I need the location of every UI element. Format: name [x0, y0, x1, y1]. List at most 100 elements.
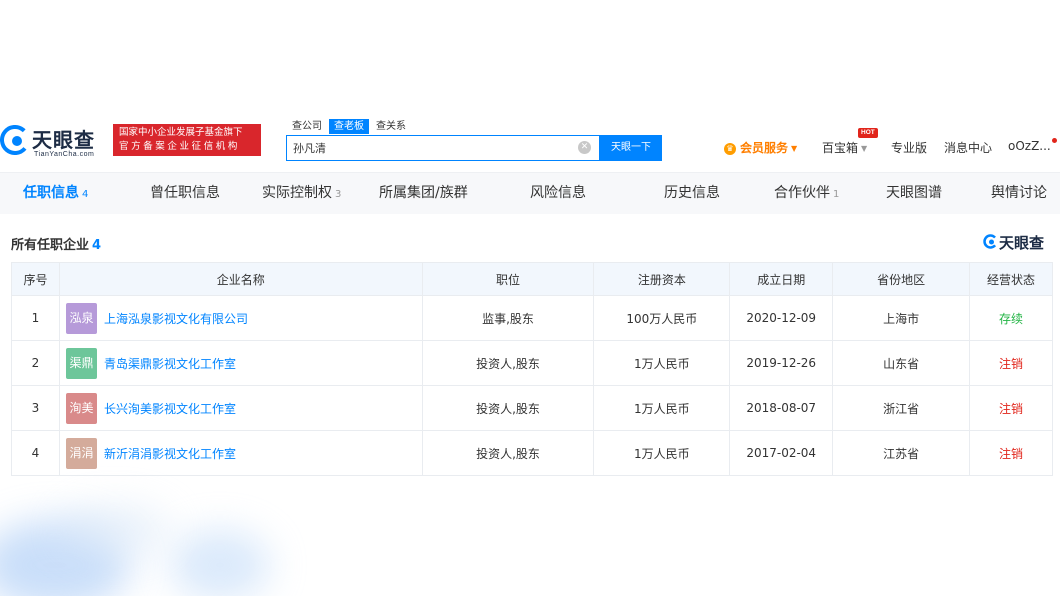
watermark-text: 天眼查	[999, 234, 1045, 252]
column-header-company[interactable]: 企业名称	[58, 262, 423, 296]
tab-label: 任职信息	[23, 185, 79, 201]
company-name-link[interactable]: 上海泓泉影视文化有限公司	[104, 312, 248, 326]
company-name-link[interactable]: 青岛渠鼎影视文化工作室	[104, 357, 236, 371]
company-logo[interactable]: 涓涓	[65, 437, 97, 469]
tab-graph[interactable]: 天眼图谱	[886, 173, 942, 215]
company-name-link[interactable]: 新沂涓涓影视文化工作室	[104, 447, 236, 461]
tab-label: 历史信息	[664, 185, 720, 201]
clear-icon[interactable]: ✕	[578, 141, 591, 154]
tab-current-positions[interactable]: 任职信息 4	[23, 173, 88, 215]
status-badge: 存续	[969, 295, 1053, 341]
official-badge: 国家中小企业发展子基金旗下 官方备案企业征信机构	[113, 124, 261, 156]
row-index: 4	[11, 430, 60, 476]
chevron-down-icon: ▼	[861, 144, 868, 153]
company-cell: 渠鼎 青岛渠鼎影视文化工作室	[58, 340, 423, 386]
column-header-date[interactable]: 成立日期	[729, 262, 834, 296]
crown-icon: ♛	[724, 143, 736, 155]
badge-line-1: 国家中小企业发展子基金旗下	[119, 127, 243, 138]
section-count: 4	[92, 238, 102, 253]
position-cell: 监事,股东	[421, 295, 595, 341]
tab-history-info[interactable]: 历史信息	[664, 173, 720, 215]
capital-cell: 1万人民币	[593, 340, 731, 386]
table-row: 4 涓涓 新沂涓涓影视文化工作室 投资人,股东 1万人民币 2017-02-04 …	[11, 430, 1053, 476]
column-header-position[interactable]: 职位	[421, 262, 595, 296]
table-row: 2 渠鼎 青岛渠鼎影视文化工作室 投资人,股东 1万人民币 2019-12-26 …	[11, 340, 1053, 386]
table-row: 1 泓泉 上海泓泉影视文化有限公司 监事,股东 100万人民币 2020-12-0…	[11, 295, 1053, 341]
section-title: 所有任职企业 4	[11, 234, 101, 253]
column-header-region[interactable]: 省份地区	[832, 262, 971, 296]
vip-service-menu[interactable]: ♛ 会员服务 ▼	[724, 139, 797, 156]
notification-dot	[1052, 138, 1057, 143]
table-header-row: 序号 企业名称 职位 注册资本 成立日期 省份地区 经营状态	[11, 262, 1053, 296]
company-name-link[interactable]: 长兴洵美影视文化工作室	[104, 402, 236, 416]
company-cell: 泓泉 上海泓泉影视文化有限公司	[58, 295, 423, 341]
tab-label: 实际控制权	[262, 185, 332, 201]
company-logo[interactable]: 渠鼎	[65, 347, 97, 379]
tianyancha-logo[interactable]: 天眼查 TianYanCha.com	[0, 122, 104, 158]
toolbox-label: 百宝箱	[822, 141, 859, 155]
company-cell: 洵美 长兴洵美影视文化工作室	[58, 385, 423, 431]
date-cell: 2017-02-04	[729, 430, 834, 476]
region-cell: 江苏省	[832, 430, 971, 476]
search-tab-relation[interactable]: 查关系	[371, 119, 411, 134]
badge-line-2: 官方备案企业征信机构	[119, 141, 241, 152]
position-cell: 投资人,股东	[421, 430, 595, 476]
search-box: ✕	[286, 135, 600, 161]
tab-partners[interactable]: 合作伙伴 1	[774, 173, 839, 215]
row-index: 3	[11, 385, 60, 431]
capital-cell: 1万人民币	[593, 385, 731, 431]
tab-group[interactable]: 所属集团/族群	[379, 173, 468, 215]
message-center-link[interactable]: 消息中心	[944, 139, 992, 156]
region-cell: 上海市	[832, 295, 971, 341]
tab-label: 所属集团/族群	[379, 185, 468, 201]
hot-badge: HOT	[858, 128, 878, 138]
tab-label: 舆情讨论	[991, 185, 1047, 201]
site-header: 天眼查 TianYanCha.com 国家中小企业发展子基金旗下 官方备案企业征…	[0, 117, 1060, 171]
toolbox-menu[interactable]: 百宝箱 ▼	[822, 139, 867, 156]
chevron-down-icon: ▼	[791, 144, 798, 153]
column-header-status[interactable]: 经营状态	[969, 262, 1053, 296]
column-header-capital[interactable]: 注册资本	[593, 262, 731, 296]
status-badge: 注销	[969, 385, 1053, 431]
date-cell: 2019-12-26	[729, 340, 834, 386]
row-index: 2	[11, 340, 60, 386]
vip-service-label: 会员服务	[740, 141, 789, 155]
tab-label: 风险信息	[530, 185, 586, 201]
tab-label: 天眼图谱	[886, 185, 942, 201]
company-logo[interactable]: 洵美	[65, 392, 97, 424]
company-logo[interactable]: 泓泉	[65, 302, 97, 334]
logo-title: 天眼查	[32, 128, 95, 152]
user-menu[interactable]: oOzZ...	[1008, 139, 1051, 153]
search-type-tabs: 查公司 查老板 查关系	[287, 119, 413, 135]
tab-former-positions[interactable]: 曾任职信息	[150, 173, 220, 215]
search-tab-company[interactable]: 查公司	[287, 119, 327, 134]
pro-version-link[interactable]: 专业版	[891, 139, 927, 156]
company-cell: 涓涓 新沂涓涓影视文化工作室	[58, 430, 423, 476]
tab-count: 3	[335, 189, 342, 200]
tab-actual-control[interactable]: 实际控制权 3	[262, 173, 341, 215]
tab-count: 1	[833, 189, 840, 200]
date-cell: 2020-12-09	[729, 295, 834, 341]
search-input[interactable]	[287, 136, 567, 160]
status-badge: 注销	[969, 430, 1053, 476]
capital-cell: 1万人民币	[593, 430, 731, 476]
positions-table: 序号 企业名称 职位 注册资本 成立日期 省份地区 经营状态 1 泓泉 上海泓泉影…	[11, 262, 1053, 476]
date-cell: 2018-08-07	[729, 385, 834, 431]
logo-eye-icon	[0, 125, 30, 155]
logo-eye-icon	[983, 234, 998, 249]
search-button[interactable]: 天眼一下	[600, 135, 662, 161]
position-cell: 投资人,股东	[421, 385, 595, 431]
profile-tab-bar: 任职信息 4 曾任职信息 实际控制权 3 所属集团/族群 风险信息 历史信息 合作伙…	[0, 172, 1060, 214]
tab-risk-info[interactable]: 风险信息	[530, 173, 586, 215]
status-badge: 注销	[969, 340, 1053, 386]
region-cell: 山东省	[832, 340, 971, 386]
tab-label: 曾任职信息	[150, 185, 220, 201]
capital-cell: 100万人民币	[593, 295, 731, 341]
tab-label: 合作伙伴	[774, 185, 830, 201]
row-index: 1	[11, 295, 60, 341]
tab-count: 4	[82, 189, 89, 200]
decorative-blur	[60, 505, 170, 555]
tab-public-opinion[interactable]: 舆情讨论	[991, 173, 1047, 215]
section-title-text: 所有任职企业	[11, 238, 90, 253]
search-tab-boss[interactable]: 查老板	[329, 119, 369, 134]
